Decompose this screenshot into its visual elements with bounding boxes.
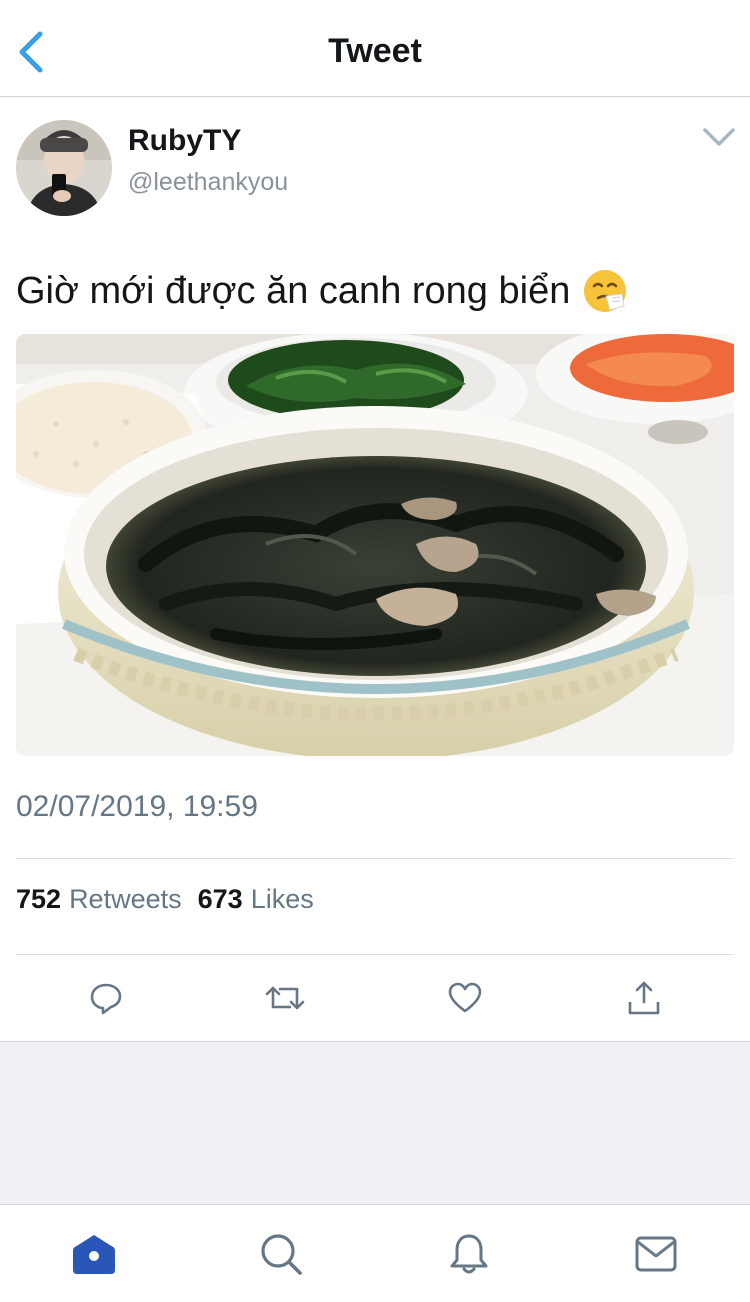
tweet-stats: 752 Retweets 673 Likes [16, 884, 314, 915]
more-options-button[interactable] [700, 120, 738, 154]
like-icon [448, 982, 482, 1013]
tab-home[interactable] [67, 1229, 121, 1279]
tab-messages[interactable] [629, 1229, 683, 1279]
home-icon [73, 1235, 115, 1274]
sneezing-face-emoji-icon [584, 270, 627, 312]
retweets-label[interactable]: Retweets [69, 884, 182, 915]
page-title: Tweet [328, 32, 422, 70]
author-handle[interactable]: @leethankyou [128, 168, 288, 197]
retweets-count[interactable]: 752 [16, 884, 61, 915]
notifications-icon [450, 1234, 488, 1274]
retweet-icon [265, 986, 305, 1010]
retweet-button[interactable] [255, 968, 315, 1028]
tweet-text-body: Giờ mới được ăn canh rong biển [16, 269, 571, 312]
divider [16, 954, 734, 955]
like-button[interactable] [435, 968, 495, 1028]
tweet-photo[interactable] [16, 334, 734, 756]
navigation-header: Tweet [0, 0, 750, 97]
tab-search[interactable] [254, 1229, 308, 1279]
tab-bar [0, 1204, 750, 1302]
tab-notifications[interactable] [442, 1229, 496, 1279]
search-icon [261, 1234, 302, 1275]
tweet-photo-image [16, 334, 734, 756]
author-display-name[interactable]: RubyTY [128, 124, 241, 158]
reply-icon [90, 983, 122, 1015]
share-icon [628, 981, 660, 1015]
chevron-down-icon [703, 128, 735, 146]
tweet-actions [0, 968, 750, 1030]
likes-label[interactable]: Likes [251, 884, 314, 915]
likes-count[interactable]: 673 [198, 884, 243, 915]
share-button[interactable] [614, 968, 674, 1028]
empty-area [0, 1042, 750, 1204]
avatar-image [16, 120, 112, 216]
reply-button[interactable] [76, 968, 136, 1028]
tweet-text: Giờ mới được ăn canh rong biển [16, 268, 628, 314]
avatar[interactable] [16, 120, 112, 216]
divider [16, 858, 734, 859]
tweet-timestamp: 02/07/2019, 19:59 [16, 790, 258, 823]
messages-icon [635, 1236, 677, 1272]
